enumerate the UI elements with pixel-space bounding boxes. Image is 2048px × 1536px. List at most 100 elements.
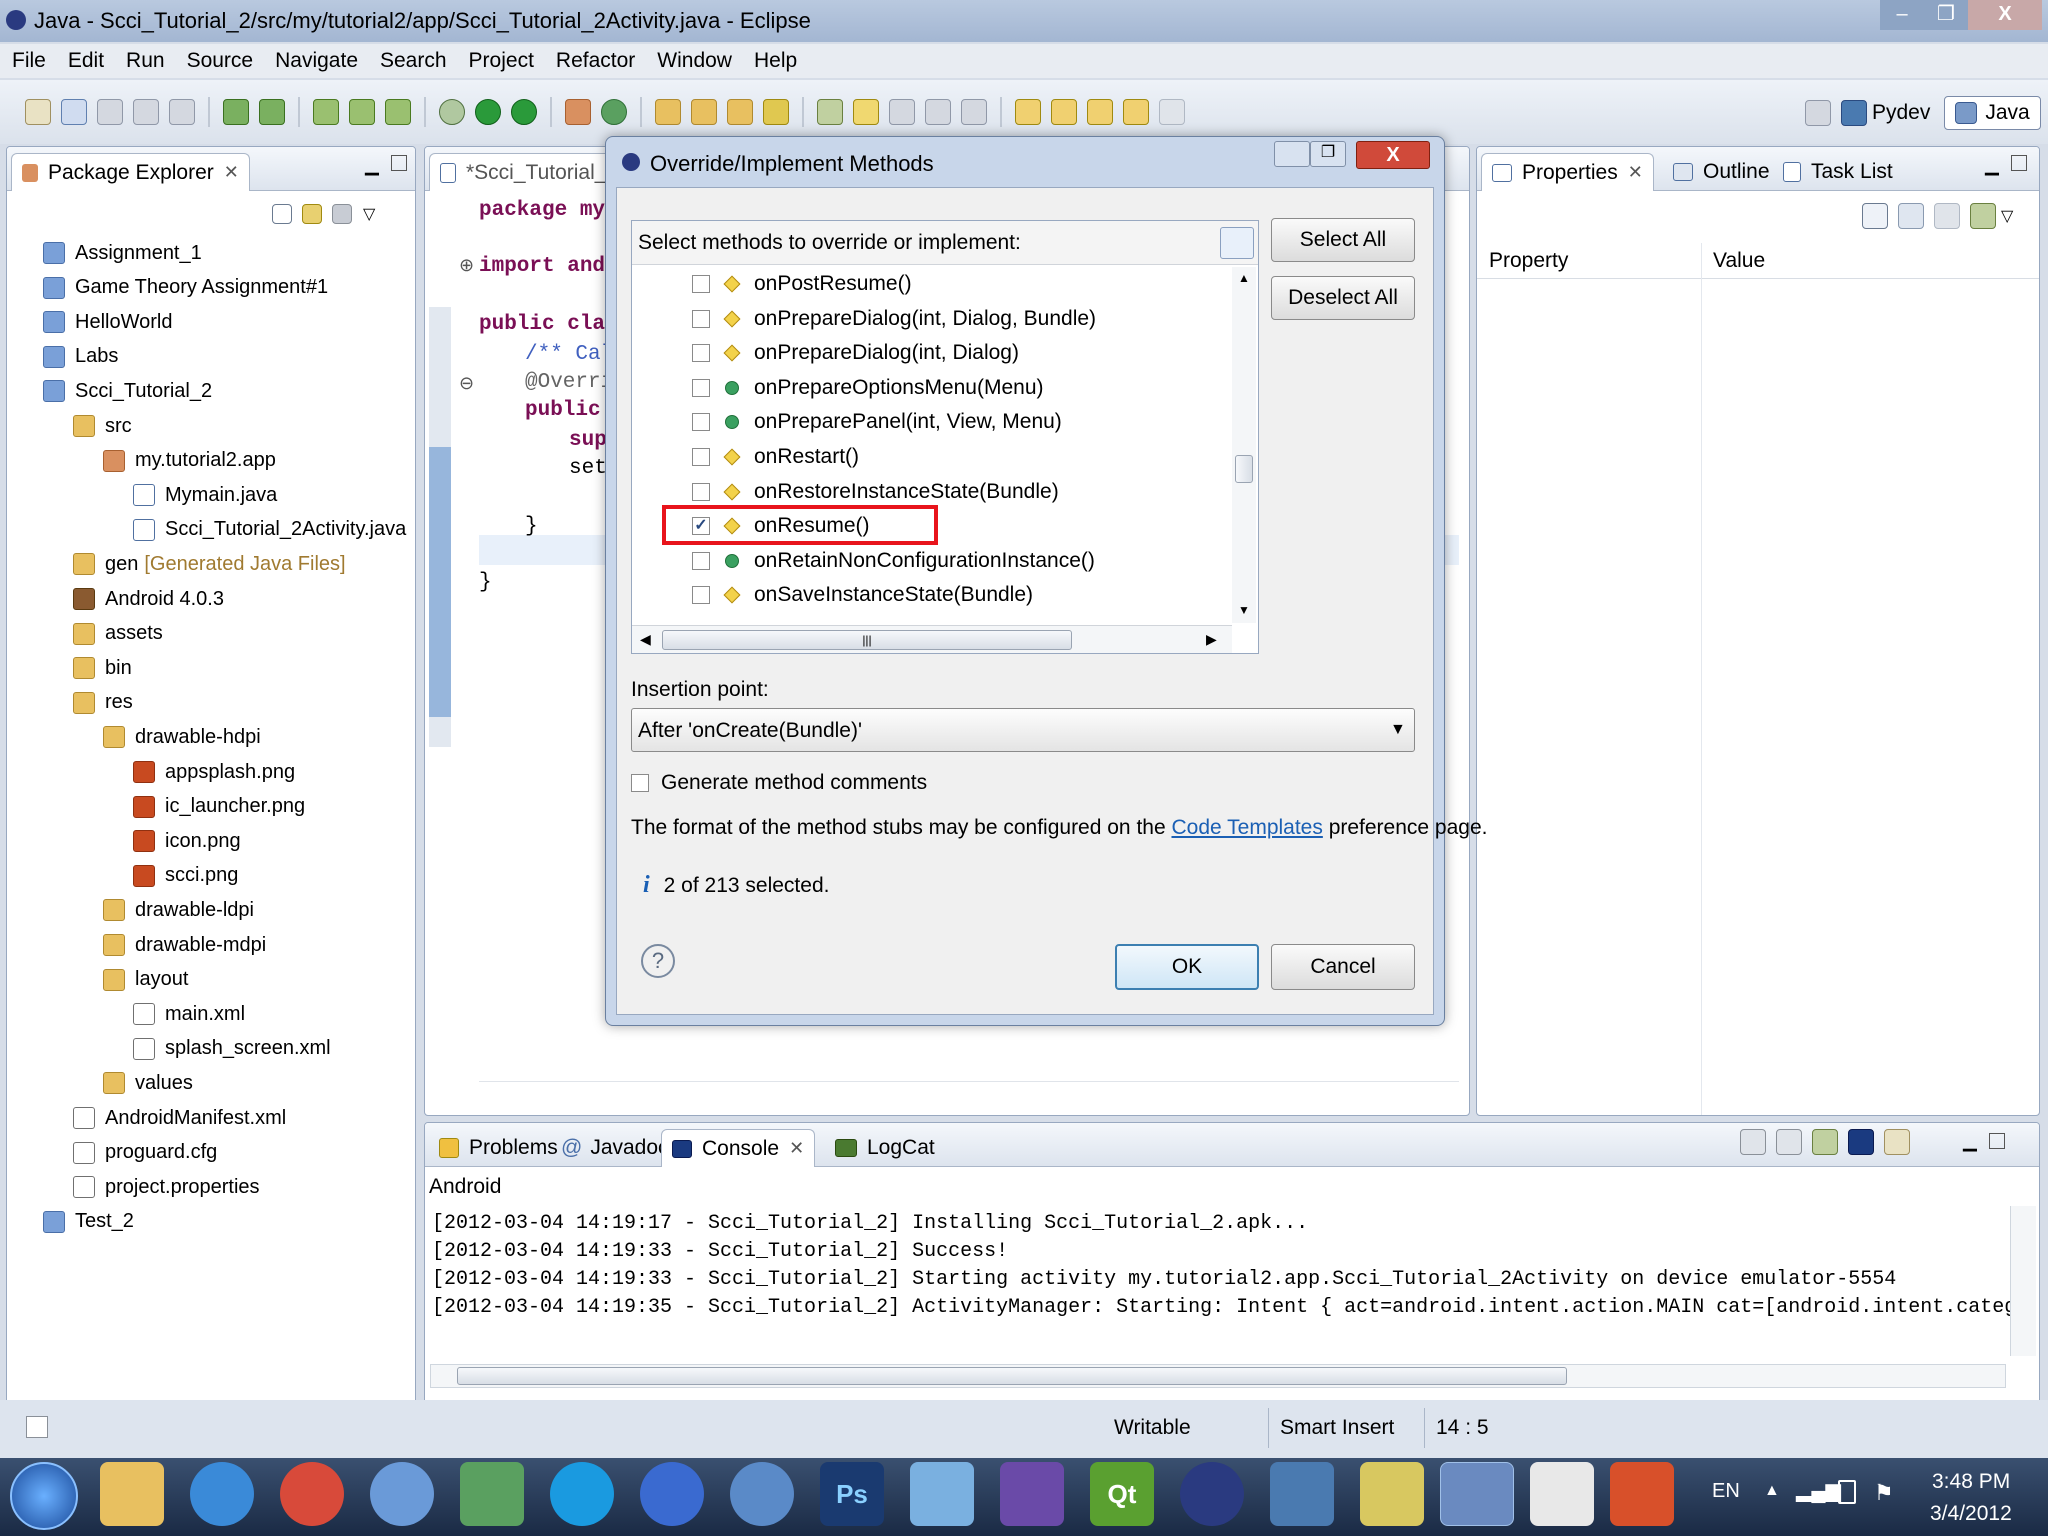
back-arrow-icon[interactable] bbox=[1123, 99, 1149, 125]
tree-item[interactable]: res bbox=[73, 687, 133, 719]
clock-date[interactable]: 3/4/2012 bbox=[1930, 1502, 2012, 1526]
fast-view-icon[interactable] bbox=[26, 1416, 48, 1438]
generate-comments-option[interactable]: Generate method comments bbox=[631, 768, 927, 798]
city-taskbar-icon[interactable] bbox=[1270, 1462, 1334, 1526]
tree-item[interactable]: src bbox=[73, 410, 132, 442]
console-vertical-scrollbar[interactable] bbox=[2010, 1206, 2036, 1356]
tree-item[interactable]: Labs bbox=[43, 341, 118, 373]
help-icon[interactable]: ? bbox=[641, 944, 675, 978]
new-icon[interactable] bbox=[25, 99, 51, 125]
minimize-view-icon[interactable]: ▁ bbox=[1963, 1131, 1977, 1152]
close-button[interactable]: X bbox=[1968, 0, 2042, 30]
scroll-lock-icon[interactable] bbox=[1776, 1129, 1802, 1155]
dialog-minimize-button[interactable] bbox=[1274, 141, 1310, 167]
method-checkbox[interactable] bbox=[692, 309, 710, 328]
method-item[interactable]: onPrepareDialog(int, Dialog, Bundle) bbox=[692, 302, 1096, 336]
maximize-button[interactable]: ❐ bbox=[1924, 0, 1968, 30]
run-icon[interactable] bbox=[475, 99, 501, 125]
method-item[interactable]: onRestoreInstanceState(Bundle) bbox=[692, 475, 1059, 509]
tree-item[interactable]: HelloWorld bbox=[43, 306, 172, 338]
tree-item[interactable]: scci.png bbox=[133, 860, 238, 892]
deselect-all-button[interactable]: Deselect All bbox=[1271, 276, 1415, 320]
ok-button[interactable]: OK bbox=[1115, 944, 1259, 990]
collapse-method-icon[interactable]: ⊖ bbox=[459, 373, 474, 394]
tree-item[interactable]: values bbox=[103, 1067, 193, 1099]
method-checkbox[interactable] bbox=[692, 586, 710, 605]
method-checkbox[interactable] bbox=[692, 551, 710, 570]
pin-view-icon[interactable] bbox=[1970, 203, 1996, 229]
tree-item[interactable]: main.xml bbox=[133, 998, 245, 1030]
method-item[interactable]: onPreparePanel(int, View, Menu) bbox=[692, 405, 1062, 439]
block-selection-icon[interactable] bbox=[889, 99, 915, 125]
chrome-taskbar-icon[interactable] bbox=[280, 1462, 344, 1526]
tree-item[interactable]: Scci_Tutorial_2Activity.java bbox=[133, 514, 406, 546]
pydev-icon[interactable] bbox=[1841, 100, 1867, 126]
java-doc-taskbar-icon[interactable] bbox=[1530, 1462, 1594, 1526]
method-item[interactable]: onPostResume() bbox=[692, 267, 912, 301]
tree-item[interactable]: icon.png bbox=[133, 825, 241, 857]
tab-logcat[interactable]: LogCat bbox=[825, 1129, 945, 1167]
editor-horizontal-scrollbar[interactable] bbox=[479, 1081, 1459, 1103]
scrollbar-thumb[interactable] bbox=[457, 1367, 1567, 1385]
tree-item[interactable]: Android 4.0.3 bbox=[73, 583, 224, 615]
show-whitespace-icon[interactable] bbox=[925, 99, 951, 125]
method-item[interactable]: onRetainNonConfigurationInstance() bbox=[692, 544, 1095, 578]
menu-project[interactable]: Project bbox=[469, 49, 534, 73]
new-android-test-icon[interactable] bbox=[349, 99, 375, 125]
console-horizontal-scrollbar[interactable] bbox=[430, 1364, 2006, 1388]
explorer-taskbar-icon[interactable] bbox=[100, 1462, 164, 1526]
close-icon[interactable]: ✕ bbox=[224, 162, 239, 183]
code-line[interactable]: } bbox=[525, 515, 538, 538]
open-task-icon[interactable] bbox=[691, 99, 717, 125]
code-line[interactable]: /** Cal bbox=[525, 343, 613, 366]
pin-console-icon[interactable] bbox=[1812, 1129, 1838, 1155]
folder-taskbar-icon[interactable] bbox=[1360, 1462, 1424, 1526]
tree-item[interactable]: Assignment_1 bbox=[43, 237, 202, 269]
pin-icon[interactable] bbox=[817, 99, 843, 125]
tree-item[interactable]: drawable-hdpi bbox=[103, 721, 261, 753]
start-button-icon[interactable] bbox=[10, 1462, 78, 1530]
tree-item[interactable]: gen [Generated Java Files] bbox=[73, 548, 346, 580]
tree-item[interactable]: Scci_Tutorial_2 bbox=[43, 375, 212, 407]
tree-item[interactable]: Test_2 bbox=[43, 1206, 134, 1238]
previous-annotation-icon[interactable] bbox=[1051, 99, 1077, 125]
minimize-button[interactable]: – bbox=[1880, 0, 1924, 30]
tree-item[interactable]: bin bbox=[73, 652, 132, 684]
tree-item[interactable]: layout bbox=[103, 964, 188, 996]
ie-taskbar-icon[interactable] bbox=[190, 1462, 254, 1526]
eclipse-active-taskbar-icon[interactable] bbox=[1440, 1462, 1514, 1526]
network-icon[interactable]: ▂▄▆ bbox=[1796, 1478, 1841, 1503]
insertion-point-select[interactable]: After 'onCreate(Bundle)' ▼ bbox=[631, 708, 1415, 752]
maximize-view-icon[interactable] bbox=[1989, 1133, 2005, 1149]
select-all-button[interactable]: Select All bbox=[1271, 218, 1415, 262]
restore-default-icon[interactable] bbox=[1934, 203, 1960, 229]
maximize-view-icon[interactable] bbox=[391, 155, 407, 171]
method-item[interactable]: onPrepareDialog(int, Dialog) bbox=[692, 336, 1019, 370]
tab-properties[interactable]: Properties ✕ bbox=[1481, 153, 1654, 191]
chat-taskbar-icon[interactable] bbox=[730, 1462, 794, 1526]
code-line[interactable]: set bbox=[569, 457, 607, 480]
forward-arrow-icon[interactable] bbox=[1159, 99, 1185, 125]
new-android-project-icon[interactable] bbox=[313, 99, 339, 125]
tree-item[interactable]: assets bbox=[73, 618, 163, 650]
scrollbar-thumb[interactable]: ||| bbox=[662, 630, 1072, 650]
menu-edit[interactable]: Edit bbox=[68, 49, 104, 73]
new-android-xml-icon[interactable] bbox=[385, 99, 411, 125]
expand-import-icon[interactable]: ⊕ bbox=[459, 255, 474, 276]
mark-occurrences-icon[interactable] bbox=[853, 99, 879, 125]
method-checkbox[interactable] bbox=[692, 275, 710, 293]
method-list-horizontal-scrollbar[interactable]: ◀ ||| ▶ bbox=[632, 625, 1232, 653]
close-icon[interactable]: ✕ bbox=[789, 1138, 804, 1159]
save-all-icon[interactable] bbox=[133, 99, 159, 125]
tab-javadoc[interactable]: @ Javadoc bbox=[551, 1129, 679, 1167]
search-icon[interactable] bbox=[763, 99, 789, 125]
tab-console[interactable]: Console ✕ bbox=[661, 1129, 816, 1167]
tree-item[interactable]: proguard.cfg bbox=[73, 1137, 217, 1169]
column-property[interactable]: Property bbox=[1489, 249, 1568, 273]
code-line[interactable]: package my. bbox=[479, 199, 618, 222]
tree-item[interactable]: Game Theory Assignment#1 bbox=[43, 272, 328, 304]
tree-item[interactable]: drawable-mdpi bbox=[103, 929, 266, 961]
print-icon[interactable] bbox=[169, 99, 195, 125]
scroll-up-icon[interactable]: ▲ bbox=[1238, 271, 1250, 285]
tree-item[interactable]: project.properties bbox=[73, 1171, 260, 1203]
